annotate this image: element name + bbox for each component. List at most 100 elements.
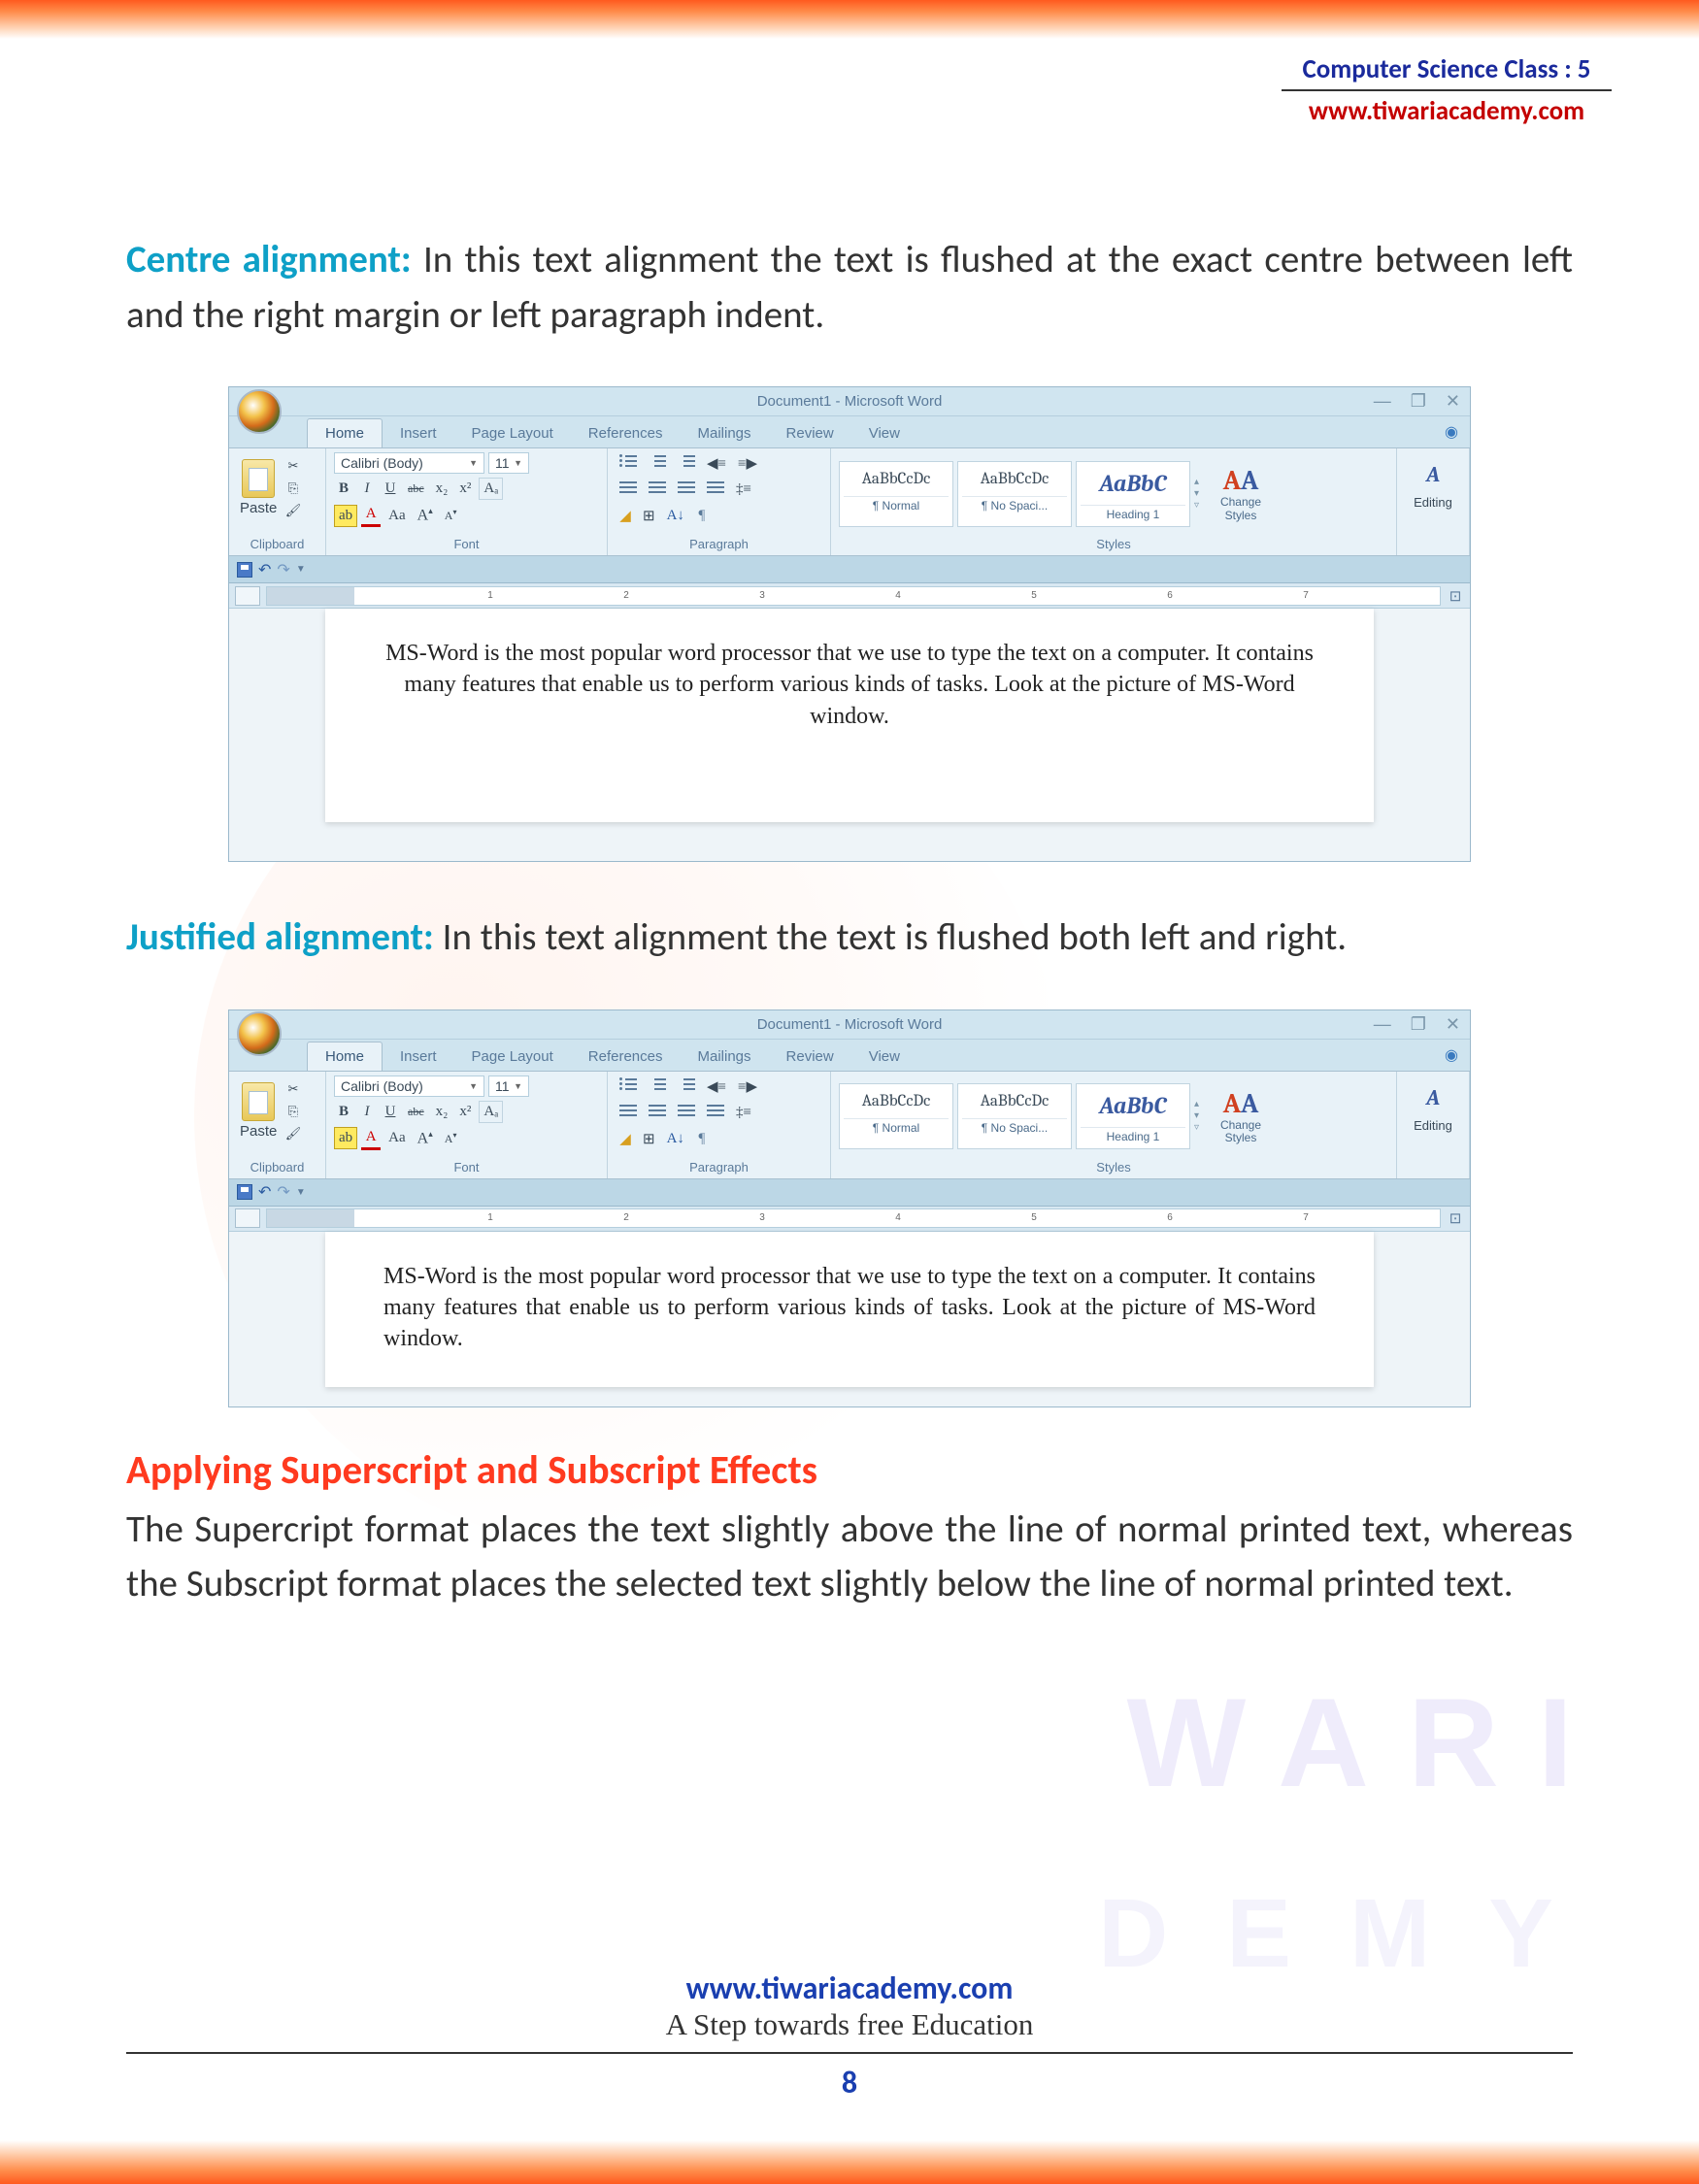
minimize-button[interactable]: — [1374,391,1391,412]
styles-expand-button[interactable]: ▴▾▿ [1194,477,1208,512]
align-right-button[interactable] [674,1102,699,1124]
copy-button[interactable]: ⎘ [283,1102,303,1121]
tab-mailings[interactable]: Mailings [681,419,769,447]
font-size-combo[interactable]: 11▼ [488,1075,529,1097]
redo-button[interactable]: ↷ [277,1182,289,1202]
style-heading-1[interactable]: AaBbC Heading 1 [1076,461,1190,527]
tab-home[interactable]: Home [307,418,383,447]
cut-button[interactable]: ✂ [283,1079,303,1099]
style-heading-1[interactable]: AaBbC Heading 1 [1076,1083,1190,1149]
superscript-button[interactable]: x² [455,1102,475,1122]
tab-insert[interactable]: Insert [383,419,454,447]
font-color-button[interactable]: A [361,1127,381,1150]
tab-references[interactable]: References [571,1042,681,1071]
numbering-button[interactable] [645,452,670,475]
line-spacing-button[interactable]: ‡≡ [732,1103,755,1123]
help-icon[interactable]: ◉ [1445,1045,1458,1065]
strikethrough-button[interactable]: abc [404,1103,428,1121]
tab-review[interactable]: Review [769,419,851,447]
increase-indent-button[interactable]: ≡▶ [734,1075,761,1098]
bold-button[interactable]: B [334,1102,353,1122]
tab-view[interactable]: View [851,419,917,447]
close-button[interactable]: ✕ [1446,1014,1460,1035]
qat-customize[interactable]: ▼ [296,564,306,575]
justify-button[interactable] [703,1102,728,1124]
style-no-spacing[interactable]: AaBbCcDc ¶ No Spaci... [957,1083,1072,1149]
view-ruler-button[interactable] [235,586,260,606]
align-left-button[interactable] [616,479,641,501]
format-painter-button[interactable]: 🖌 [283,1124,303,1143]
tab-page-layout[interactable]: Page Layout [454,419,571,447]
ruler-toggle-icon[interactable]: ⊡ [1441,1209,1470,1227]
align-right-button[interactable] [674,479,699,501]
subscript-button[interactable]: x₂ [432,479,452,499]
shading-button[interactable]: ◢ [616,505,635,527]
tab-review[interactable]: Review [769,1042,851,1071]
tab-mailings[interactable]: Mailings [681,1042,769,1071]
tab-view[interactable]: View [851,1042,917,1071]
show-hide-button[interactable]: ¶ [692,506,712,526]
document-area[interactable]: MS-Word is the most popular word process… [229,1232,1470,1406]
maximize-button[interactable]: ❐ [1411,391,1426,412]
style-normal[interactable]: AaBbCcDc ¶ Normal [839,1083,953,1149]
tab-insert[interactable]: Insert [383,1042,454,1071]
grow-font-button[interactable]: A▴ [414,1127,437,1149]
decrease-indent-button[interactable]: ◀≡ [703,452,730,475]
align-center-button[interactable] [645,479,670,501]
clear-formatting-button[interactable]: Aₐ [479,478,503,500]
close-button[interactable]: ✕ [1446,391,1460,412]
align-left-button[interactable] [616,1102,641,1124]
grow-font-button[interactable]: A▴ [414,504,437,526]
bullets-button[interactable] [616,452,641,475]
italic-button[interactable]: I [357,479,377,499]
qat-customize[interactable]: ▼ [296,1187,306,1198]
show-hide-button[interactable]: ¶ [692,1129,712,1149]
help-icon[interactable]: ◉ [1445,422,1458,442]
borders-button[interactable]: ⊞ [639,1128,659,1150]
format-painter-button[interactable]: 🖌 [283,501,303,520]
save-button[interactable] [237,562,252,578]
superscript-button[interactable]: x² [455,479,475,499]
tab-references[interactable]: References [571,419,681,447]
style-no-spacing[interactable]: AaBbCcDc ¶ No Spaci... [957,461,1072,527]
font-name-combo[interactable]: Calibri (Body)▼ [334,452,484,474]
horizontal-ruler[interactable]: 1 2 3 4 5 6 7 [266,586,1441,606]
sort-button[interactable]: A↓ [663,506,688,526]
borders-button[interactable]: ⊞ [639,505,659,527]
minimize-button[interactable]: — [1374,1014,1391,1035]
sort-button[interactable]: A↓ [663,1129,688,1149]
bold-button[interactable]: B [334,479,353,499]
tab-page-layout[interactable]: Page Layout [454,1042,571,1071]
align-center-button[interactable] [645,1102,670,1124]
highlight-button[interactable]: ab [334,1127,357,1149]
underline-button[interactable]: U [381,1102,400,1122]
office-button[interactable] [237,389,282,434]
styles-expand-button[interactable]: ▴▾▿ [1194,1099,1208,1134]
find-icon[interactable]: A [1405,1085,1461,1110]
maximize-button[interactable]: ❐ [1411,1014,1426,1035]
line-spacing-button[interactable]: ‡≡ [732,480,755,500]
editing-label[interactable]: Editing [1405,495,1461,510]
decrease-indent-button[interactable]: ◀≡ [703,1075,730,1098]
view-ruler-button[interactable] [235,1208,260,1228]
clear-formatting-button[interactable]: Aₐ [479,1101,503,1123]
bullets-button[interactable] [616,1075,641,1098]
change-styles-button[interactable]: AA Change Styles [1212,465,1270,521]
editing-label[interactable]: Editing [1405,1118,1461,1133]
save-button[interactable] [237,1184,252,1200]
change-case-button[interactable]: Aa [384,506,410,526]
highlight-button[interactable]: ab [334,505,357,527]
tab-home[interactable]: Home [307,1042,383,1071]
multilevel-list-button[interactable] [674,1075,699,1098]
subscript-button[interactable]: x₂ [432,1102,452,1122]
document-area[interactable]: MS-Word is the most popular word process… [229,609,1470,861]
font-color-button[interactable]: A [361,504,381,527]
font-name-combo[interactable]: Calibri (Body)▼ [334,1075,484,1097]
shrink-font-button[interactable]: A▾ [441,506,461,525]
justify-button[interactable] [703,479,728,501]
find-icon[interactable]: A [1405,462,1461,487]
shading-button[interactable]: ◢ [616,1128,635,1150]
copy-button[interactable]: ⎘ [283,479,303,498]
change-styles-button[interactable]: AA Change Styles [1212,1088,1270,1144]
shrink-font-button[interactable]: A▾ [441,1129,461,1148]
